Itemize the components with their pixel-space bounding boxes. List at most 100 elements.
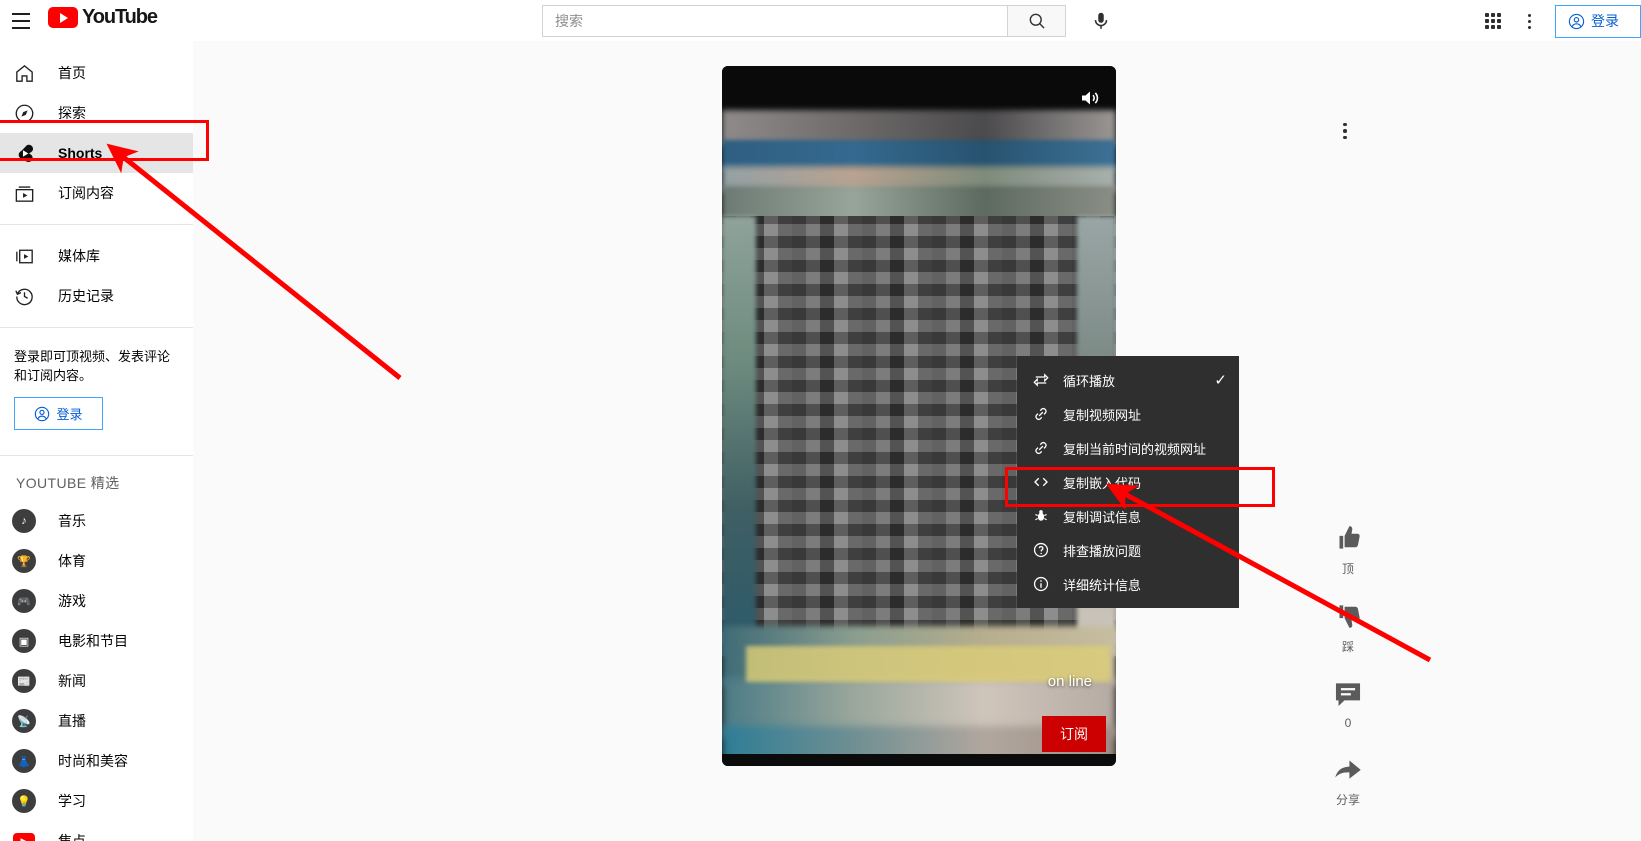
search-icon — [1029, 13, 1045, 29]
sidebar-label-library: 媒体库 — [58, 248, 100, 264]
like-button[interactable]: 顶 — [1308, 521, 1388, 577]
bug-icon — [1031, 507, 1051, 525]
context-menu-item-0[interactable]: 循环播放 ✓ — [1017, 363, 1239, 397]
hamburger-menu-icon[interactable] — [8, 8, 34, 34]
gaming-icon: 🎮 — [12, 589, 36, 613]
share-label: 分享 — [1335, 793, 1360, 807]
context-menu-label-4: 复制调试信息 — [1063, 509, 1142, 525]
sidebar-item-home[interactable]: 首页 — [0, 53, 193, 93]
sidebar-label-subscriptions: 订阅内容 — [58, 185, 114, 201]
sidebar-item-shorts[interactable]: Shorts — [0, 133, 193, 173]
sidebar-label-home: 首页 — [58, 65, 86, 81]
sidebar-item-featured-4[interactable]: 📰 新闻 — [0, 661, 193, 701]
featured-list: ♪音乐🏆体育🎮游戏▣电影和节目📰新闻📡直播👗时尚和美容💡学习▶焦点🥽360 度全… — [0, 501, 193, 841]
sidebar-divider-2 — [0, 327, 193, 328]
account-circle-icon — [35, 406, 50, 421]
youtube-spotlight-icon: ▶ — [12, 829, 36, 841]
signin-promo-block: 登录即可顶视频、发表评论和订阅内容。 登录 — [0, 339, 193, 444]
shorts-action-rail: 顶 踩 0 分享 — [1308, 521, 1388, 830]
thumbs-up-icon — [1339, 526, 1360, 549]
sidebar-label-featured-0: 音乐 — [58, 513, 86, 529]
sidebar-item-library[interactable]: 媒体库 — [0, 236, 193, 276]
context-menu-check-icon: ✓ — [1214, 372, 1227, 389]
sidebar-item-featured-8[interactable]: ▶ 焦点 — [0, 821, 193, 841]
code-icon — [1031, 473, 1051, 491]
apps-button[interactable] — [1475, 4, 1511, 38]
featured-section-title: YOUTUBE 精选 — [16, 475, 120, 491]
history-icon — [12, 284, 36, 308]
comment-icon — [1335, 683, 1361, 707]
sidebar-item-featured-6[interactable]: 👗 时尚和美容 — [0, 741, 193, 781]
sidebar-divider-3 — [0, 455, 193, 456]
context-menu-item-5[interactable]: 排查播放问题 — [1017, 533, 1239, 567]
volume-up-icon — [1082, 91, 1099, 105]
thumbs-down-icon — [1339, 605, 1360, 628]
voice-search-button[interactable] — [1084, 4, 1118, 38]
topbar-signin-button[interactable]: 登录 — [1555, 4, 1641, 38]
context-menu-item-3[interactable]: 复制嵌入代码 — [1017, 465, 1239, 499]
learning-icon: 💡 — [12, 789, 36, 813]
sidebar-item-featured-3[interactable]: ▣ 电影和节目 — [0, 621, 193, 661]
apps-grid-icon — [1485, 13, 1501, 29]
live-icon: 📡 — [12, 709, 36, 733]
live-icon-badge: 📡 — [12, 709, 36, 733]
sidebar-label-featured-5: 直播 — [58, 713, 86, 729]
dislike-label: 踩 — [1341, 640, 1354, 654]
sidebar-item-featured-2[interactable]: 🎮 游戏 — [0, 581, 193, 621]
context-menu-label-2: 复制当前时间的视频网址 — [1063, 441, 1207, 457]
loop-icon — [1031, 371, 1051, 389]
youtube-shorts-page: YouTube 搜索 登录 首页 探索 Shorts 订阅内容 媒体库 历史记录… — [0, 0, 1641, 841]
shorts-player-area: on line 订阅 顶 踩 0 分享 — [193, 41, 1641, 841]
sidebar-item-featured-1[interactable]: 🏆 体育 — [0, 541, 193, 581]
context-menu-item-6[interactable]: 详细统计信息 — [1017, 567, 1239, 601]
news-icon-badge: 📰 — [12, 669, 36, 693]
comment-count: 0 — [1344, 716, 1352, 730]
shorts-icon — [12, 141, 36, 165]
sidebar-item-featured-0[interactable]: ♪ 音乐 — [0, 501, 193, 541]
sidebar-item-featured-5[interactable]: 📡 直播 — [0, 701, 193, 741]
context-menu-item-1[interactable]: 复制视频网址 — [1017, 397, 1239, 431]
sidebar-signin-button[interactable]: 登录 — [14, 397, 103, 430]
search-box[interactable] — [542, 5, 1008, 37]
context-menu-item-2[interactable]: 复制当前时间的视频网址 — [1017, 431, 1239, 465]
settings-more-button[interactable] — [1511, 4, 1547, 38]
more-vertical-icon — [1527, 13, 1531, 17]
sidebar-item-subscriptions[interactable]: 订阅内容 — [0, 173, 193, 213]
account-circle-icon — [1568, 13, 1585, 29]
gaming-icon-badge: 🎮 — [12, 589, 36, 613]
video-caption-text: on line — [1047, 673, 1092, 690]
search-button[interactable] — [1008, 5, 1066, 37]
context-menu-label-0: 循环播放 — [1063, 373, 1116, 389]
sidebar-label-featured-1: 体育 — [58, 553, 86, 569]
context-menu-item-4[interactable]: 复制调试信息 — [1017, 499, 1239, 533]
top-right-actions: 登录 — [1475, 4, 1641, 38]
music-icon-badge: ♪ — [12, 509, 36, 533]
learning-icon-badge: 💡 — [12, 789, 36, 813]
like-label: 顶 — [1341, 562, 1354, 576]
sidebar-label-featured-6: 时尚和美容 — [58, 753, 128, 769]
player-context-menu: 循环播放 ✓ 复制视频网址复制当前时间的视频网址复制嵌入代码复制调试信息排查播放问题… — [1017, 356, 1239, 608]
sidebar-item-history[interactable]: 历史记录 — [0, 276, 193, 316]
sidebar-item-explore[interactable]: 探索 — [0, 93, 193, 133]
comment-button[interactable]: 0 — [1308, 677, 1388, 730]
help-circle-icon — [1031, 541, 1051, 559]
volume-button[interactable] — [1076, 84, 1104, 112]
player-more-options-button[interactable] — [1333, 119, 1357, 143]
sidebar-label-explore: 探索 — [58, 105, 86, 121]
trophy-icon: 🏆 — [12, 549, 36, 573]
sidebar-item-featured-7[interactable]: 💡 学习 — [0, 781, 193, 821]
sidebar-divider-1 — [0, 224, 193, 225]
left-sidebar: 首页 探索 Shorts 订阅内容 媒体库 历史记录 登录即可顶视频、发表评论和… — [0, 41, 193, 841]
link-icon — [1031, 405, 1051, 423]
home-icon — [12, 61, 36, 85]
share-button[interactable]: 分享 — [1308, 752, 1388, 808]
library-icon — [12, 244, 36, 268]
youtube-logo[interactable]: YouTube — [48, 6, 158, 29]
dislike-button[interactable]: 踩 — [1308, 599, 1388, 655]
sidebar-label-shorts: Shorts — [58, 145, 103, 161]
search-input[interactable] — [555, 13, 1007, 29]
subscribe-button[interactable]: 订阅 — [1042, 716, 1106, 752]
film-icon: ▣ — [12, 629, 36, 653]
youtube-wordmark: YouTube — [82, 6, 158, 28]
sidebar-signin-label: 登录 — [56, 407, 83, 422]
